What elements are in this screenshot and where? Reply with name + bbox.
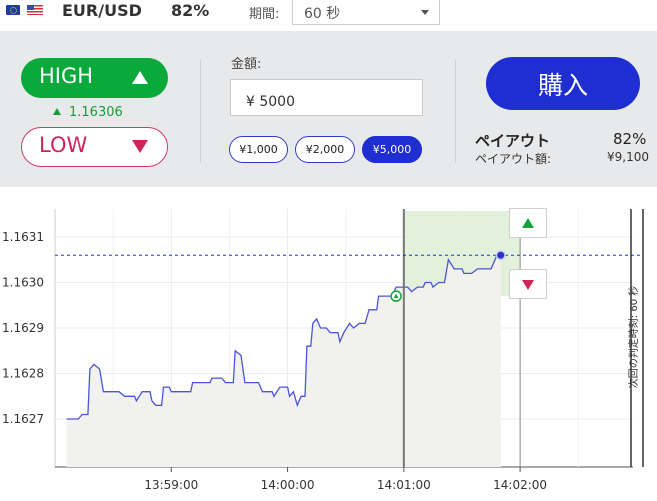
x-tick-label: 14:00:00 xyxy=(261,478,315,492)
top-bar: EUR/USD 82% 期間: 60 秒 xyxy=(0,0,657,30)
divider xyxy=(455,59,456,163)
price-chart-canvas: 1.1631 1.1630 1.1629 1.1628 1.1627 13:59:00 14… xyxy=(2,209,644,492)
price-area xyxy=(66,255,501,467)
x-tick-label: 14:02:00 xyxy=(493,478,547,492)
trade-panel: HIGH 1.16306 LOW 金額: ¥1,000 ¥2,000 ¥5,00… xyxy=(0,31,657,187)
low-button-label: LOW xyxy=(39,133,88,157)
x-tick-label: 13:59:00 xyxy=(144,478,198,492)
y-tick-label: 1.1627 xyxy=(2,412,44,426)
y-tick-label: 1.1628 xyxy=(2,367,44,381)
buy-button[interactable]: 購入 xyxy=(486,57,640,110)
preset-2000-button[interactable]: ¥2,000 xyxy=(295,136,355,163)
chart-high-button[interactable] xyxy=(509,208,547,238)
divider xyxy=(200,59,201,163)
x-tick-label: 14:01:00 xyxy=(377,478,431,492)
low-button[interactable]: LOW xyxy=(21,127,168,167)
high-rate-value: 1.16306 xyxy=(69,105,123,120)
arrow-up-icon xyxy=(522,218,534,228)
high-button[interactable]: HIGH xyxy=(21,58,168,98)
period-select[interactable]: 60 秒 xyxy=(292,0,440,25)
y-tick-label: 1.1630 xyxy=(2,276,44,290)
chevron-down-icon xyxy=(421,10,429,15)
arrow-up-icon xyxy=(53,108,61,115)
us-flag-icon xyxy=(27,5,43,15)
current-point xyxy=(497,251,505,259)
arrow-down-icon xyxy=(132,140,148,153)
period-value: 60 秒 xyxy=(304,6,341,22)
payout-percent: 82% xyxy=(613,130,647,148)
currency-pair: EUR/USD xyxy=(62,1,142,20)
y-tick-label: 1.1629 xyxy=(2,321,44,335)
y-tick-label: 1.1631 xyxy=(2,230,44,244)
arrow-down-icon xyxy=(522,280,534,290)
preset-5000-button[interactable]: ¥5,000 xyxy=(362,136,422,163)
payout-rate: 82% xyxy=(171,1,210,20)
preset-1000-button[interactable]: ¥1,000 xyxy=(229,136,288,163)
amount-input[interactable] xyxy=(230,79,423,116)
amount-label: 金額: xyxy=(231,57,262,72)
arrow-up-icon xyxy=(132,71,148,84)
next-judgement-label: 次回の判定時刻: 60 秒 xyxy=(627,286,640,388)
payout-amount: ¥9,100 xyxy=(607,150,649,164)
chart-low-button[interactable] xyxy=(509,269,547,299)
high-button-label: HIGH xyxy=(39,64,94,88)
payout-title: ペイアウト xyxy=(475,132,551,150)
price-chart[interactable]: 1.1631 1.1630 1.1629 1.1628 1.1627 13:59:00 14… xyxy=(0,187,657,501)
payout-amount-label: ペイアウト額: xyxy=(475,152,552,166)
eu-flag-icon xyxy=(6,5,20,15)
period-label: 期間: xyxy=(249,7,280,22)
high-rate: 1.16306 xyxy=(53,105,123,120)
